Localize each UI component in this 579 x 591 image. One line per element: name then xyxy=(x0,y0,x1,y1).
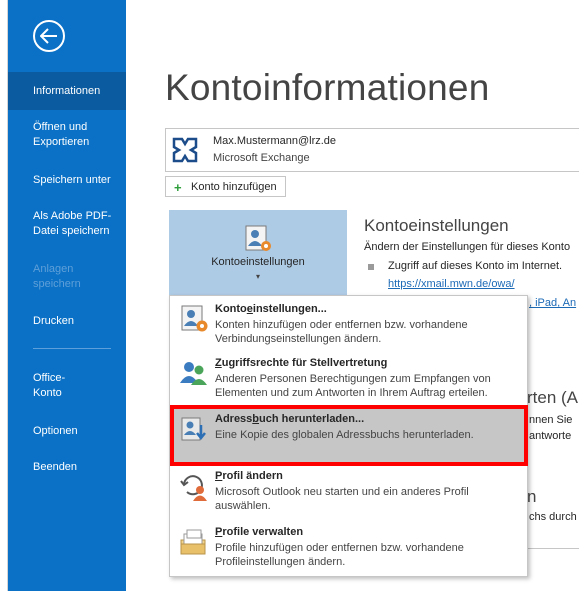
nav-item-beenden[interactable]: Beenden xyxy=(8,460,126,475)
menu-item-title: Adressbuch herunterladen... xyxy=(215,413,365,425)
backstage-nav: Informationen Öffnen und Exportieren Spei… xyxy=(8,0,126,591)
bg-fragment-text: nnen Sie xyxy=(529,414,573,426)
nav-item-oeffnen-exportieren[interactable]: Öffnen und Exportieren xyxy=(8,120,126,150)
menu-item-title: Profile verwalten xyxy=(215,526,304,538)
nav-item-label: Öffnen und Exportieren xyxy=(33,121,90,148)
account-settings-icon xyxy=(181,305,208,332)
menu-divider xyxy=(170,464,527,465)
menu-item-zugriffsrechte[interactable]: Zugriffsrechte für Stellvertretung Ander… xyxy=(170,353,527,405)
account-settings-tile[interactable]: Kontoeinstellungen ▾ xyxy=(169,210,347,296)
bg-fragment-text: antworte xyxy=(529,430,572,442)
delegate-people-icon xyxy=(180,362,207,385)
menu-item-description: Microsoft Outlook neu starten und ein an… xyxy=(215,486,469,512)
menu-item-description: Profile hinzufügen oder entfernen bzw. v… xyxy=(215,542,464,568)
back-arrow-icon xyxy=(40,28,57,44)
menu-item-description: Anderen Personen Berechtigungen zum Empf… xyxy=(215,373,491,399)
chevron-down-icon: ▾ xyxy=(255,272,260,281)
menu-item-description: Konten hinzufügen oder entfernen bzw. vo… xyxy=(215,319,468,345)
nav-item-speichern-unter[interactable]: Speichern unter xyxy=(8,173,126,188)
menu-item-title: Zugriffsrechte für Stellvertretung xyxy=(215,357,388,369)
menu-item-profile-verwalten[interactable]: Profile verwalten Profile hinzufügen ode… xyxy=(170,522,527,574)
change-profile-icon xyxy=(180,475,207,501)
nav-item-anlagen-speichern: Anlagen speichern xyxy=(8,262,126,292)
manage-profiles-icon xyxy=(180,529,206,555)
page-title: Kontoinformationen xyxy=(165,67,490,108)
account-settings-label: Kontoeinstellungen xyxy=(211,256,305,268)
menu-item-profil-aendern[interactable]: Profil ändern Microsoft Outlook neu star… xyxy=(170,466,527,518)
add-account-label: Konto hinzufügen xyxy=(191,181,277,193)
menu-item-description: Eine Kopie des globalen Adressbuchs heru… xyxy=(215,429,474,441)
account-selector[interactable]: Max.Mustermann@lrz.de Microsoft Exchange xyxy=(165,128,579,172)
nav-item-drucken[interactable]: Drucken xyxy=(8,314,126,329)
divider xyxy=(519,548,579,549)
nav-item-label: Office- Konto xyxy=(33,372,66,399)
settings-heading: Kontoeinstellungen xyxy=(364,216,509,235)
plus-icon: + xyxy=(174,180,182,195)
nav-item-optionen[interactable]: Optionen xyxy=(8,424,126,439)
menu-item-title: Kontoeinstellungen... xyxy=(215,303,327,315)
menu-item-kontoeinstellungen[interactable]: Kontoeinstellungen... Konten hinzufügen … xyxy=(170,299,527,351)
nav-item-office-konto[interactable]: Office- Konto xyxy=(8,371,126,401)
bullet-icon xyxy=(368,264,374,270)
back-button[interactable] xyxy=(33,20,65,52)
address-book-download-icon xyxy=(181,417,206,441)
nav-item-label: Anlagen speichern xyxy=(33,263,81,290)
owa-link[interactable]: https://xmail.mwn.de/owa/ xyxy=(388,278,515,290)
settings-description: Ändern der Einstellungen für dieses Kont… xyxy=(364,241,571,253)
nav-divider xyxy=(33,348,111,349)
nav-item-label: Als Adobe PDF- Datei speichern xyxy=(33,210,112,237)
exchange-icon xyxy=(172,137,198,163)
bg-fragment-heading: n xyxy=(527,487,537,506)
account-settings-menu: Kontoeinstellungen... Konten hinzufügen … xyxy=(169,295,528,577)
account-settings-icon xyxy=(245,225,271,251)
window-edge xyxy=(0,0,8,591)
nav-item-adobe-pdf[interactable]: Als Adobe PDF- Datei speichern xyxy=(8,209,126,239)
add-account-button[interactable]: + Konto hinzufügen xyxy=(165,176,286,197)
bg-fragment-link: , iPad, An xyxy=(529,297,577,309)
bg-fragment-text: chs durch xyxy=(529,511,577,523)
nav-item-informationen[interactable]: Informationen xyxy=(8,72,126,110)
account-email: Max.Mustermann@lrz.de xyxy=(213,135,337,147)
menu-item-title: Profil ändern xyxy=(215,470,283,482)
menu-item-adressbuch[interactable]: Adressbuch herunterladen... Eine Kopie d… xyxy=(170,409,527,462)
bg-fragment-heading: rten (A xyxy=(527,388,579,407)
account-type: Microsoft Exchange xyxy=(213,152,310,164)
web-access-text: Zugriff auf dieses Konto im Internet. xyxy=(388,260,563,272)
